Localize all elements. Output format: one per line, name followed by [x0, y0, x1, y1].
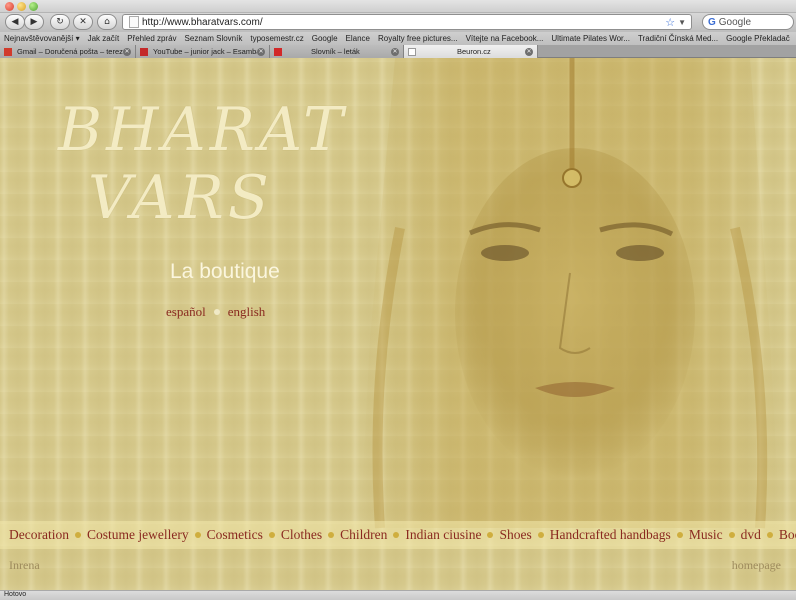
bookmark-item[interactable]: Seznam Slovník: [185, 34, 243, 43]
footer-link-inrena[interactable]: Inrena: [9, 558, 40, 573]
home-button[interactable]: ⌂: [97, 14, 117, 30]
close-icon[interactable]: ✕: [391, 47, 399, 56]
forward-arrow-icon: ▶: [30, 17, 38, 27]
site-tagline: La boutique: [170, 260, 280, 283]
search-placeholder: Google: [718, 16, 752, 28]
bookmark-item[interactable]: typosemestr.cz: [250, 34, 303, 43]
bookmark-item[interactable]: Royalty free pictures...: [378, 34, 458, 43]
reload-button[interactable]: ↻: [50, 14, 70, 30]
menu-item-costume-jewellery[interactable]: Costume jewellery: [87, 527, 189, 543]
page-icon: [408, 47, 416, 56]
bookmarks-toolbar: Nejnavštěvovanější ▾ Jak začít Přehled z…: [0, 32, 796, 45]
home-icon: ⌂: [104, 17, 110, 27]
menu-item-children[interactable]: Children: [340, 527, 387, 543]
bookmark-item[interactable]: Elance: [346, 34, 370, 43]
separator-dot: [328, 532, 335, 538]
language-link-spanish[interactable]: español: [166, 304, 206, 320]
separator-dot: [268, 532, 275, 538]
bookmark-item[interactable]: Nejnavštěvovanější ▾: [4, 34, 80, 43]
gmail-icon: [4, 47, 12, 56]
page-icon: [129, 16, 139, 28]
google-icon[interactable]: G: [708, 17, 716, 28]
back-arrow-icon: ◀: [11, 17, 19, 27]
separator-dot: [393, 532, 400, 538]
close-icon[interactable]: ✕: [123, 47, 131, 56]
separator-dot: [194, 532, 201, 538]
tab-title: Beuron.cz: [457, 47, 491, 56]
address-bar[interactable]: http://www.bharatvars.com/ ☆ ▼: [122, 14, 692, 30]
tab-beuron[interactable]: Beuron.cz ✕: [404, 45, 538, 58]
bookmark-item[interactable]: Ultimate Pilates Wor...: [551, 34, 630, 43]
youtube-icon: [140, 47, 148, 56]
bookmark-item[interactable]: Jak začít: [88, 34, 120, 43]
window-minimize-button[interactable]: [17, 2, 26, 11]
bookmark-item[interactable]: Google: [312, 34, 338, 43]
separator-dot: [487, 532, 494, 538]
main-navigation-menu: Decoration Costume jewellery Cosmetics C…: [0, 521, 796, 549]
separator-dot: [766, 532, 773, 538]
bookmark-item[interactable]: Tradiční Čínská Med...: [638, 34, 718, 43]
close-icon[interactable]: ✕: [257, 47, 265, 56]
logo-line-vars: VARS: [88, 163, 273, 233]
footer-link-homepage[interactable]: homepage: [732, 558, 781, 573]
bookmark-item[interactable]: Přehled zpráv: [127, 34, 176, 43]
menu-item-cosmetics[interactable]: Cosmetics: [207, 527, 263, 543]
menu-item-shoes[interactable]: Shoes: [499, 527, 531, 543]
language-switcher: español english: [166, 304, 265, 320]
close-icon[interactable]: ✕: [525, 47, 533, 56]
search-box[interactable]: G Google: [702, 14, 794, 30]
separator-dot: [213, 309, 220, 315]
logo-line-bharat: BHARAT: [58, 95, 347, 165]
separator-dot: [676, 532, 683, 538]
chevron-down-icon[interactable]: ▼: [678, 18, 686, 27]
menu-item-books[interactable]: Books: [779, 527, 796, 543]
bookmark-item[interactable]: Google Překladač: [726, 34, 790, 43]
stop-button[interactable]: ✕: [73, 14, 93, 30]
star-icon[interactable]: ☆: [665, 16, 675, 29]
menu-item-dvd[interactable]: dvd: [741, 527, 761, 543]
page-content: BHARAT VARS La boutique español english …: [0, 58, 796, 590]
tab-title: YouTube – junior jack – Esamba: [153, 47, 257, 56]
status-bar: Hotovo: [0, 590, 796, 600]
tab-title: Gmail – Doručená pošta – terez...: [17, 47, 123, 56]
tab-gmail[interactable]: Gmail – Doručená pošta – terez... ✕: [0, 45, 136, 58]
navigation-toolbar: ◀ ▶ ↻ ✕ ⌂ http://www.bharatvars.com/ ☆ ▼…: [0, 13, 796, 32]
separator-dot: [74, 532, 81, 538]
language-link-english[interactable]: english: [228, 304, 266, 320]
forward-button[interactable]: ▶: [24, 14, 44, 30]
site-logo[interactable]: BHARAT VARS: [58, 100, 347, 228]
bookmark-item[interactable]: Vítejte na Facebook...: [466, 34, 544, 43]
seznam-icon: [274, 47, 282, 56]
back-button[interactable]: ◀: [5, 14, 25, 30]
tab-strip-empty: [538, 45, 796, 57]
window-close-button[interactable]: [5, 2, 14, 11]
stop-icon: ✕: [79, 17, 87, 27]
menu-item-indian-cuisine[interactable]: Indian ciusine: [405, 527, 481, 543]
tab-slovnik[interactable]: Slovník – leták ✕: [270, 45, 404, 58]
separator-dot: [728, 532, 735, 538]
window-titlebar: [0, 0, 796, 13]
tab-youtube[interactable]: YouTube – junior jack – Esamba ✕: [136, 45, 270, 58]
reload-icon: ↻: [56, 17, 64, 27]
tab-strip: Gmail – Doručená pošta – terez... ✕ YouT…: [0, 45, 796, 58]
status-text: Hotovo: [4, 591, 27, 598]
window-zoom-button[interactable]: [29, 2, 38, 11]
separator-dot: [537, 532, 544, 538]
tab-title: Slovník – leták: [311, 47, 360, 56]
menu-item-music[interactable]: Music: [689, 527, 723, 543]
menu-item-clothes[interactable]: Clothes: [281, 527, 322, 543]
menu-item-handcrafted-handbags[interactable]: Handcrafted handbags: [550, 527, 671, 543]
menu-item-decoration[interactable]: Decoration: [9, 527, 69, 543]
address-bar-url: http://www.bharatvars.com/: [142, 16, 263, 28]
